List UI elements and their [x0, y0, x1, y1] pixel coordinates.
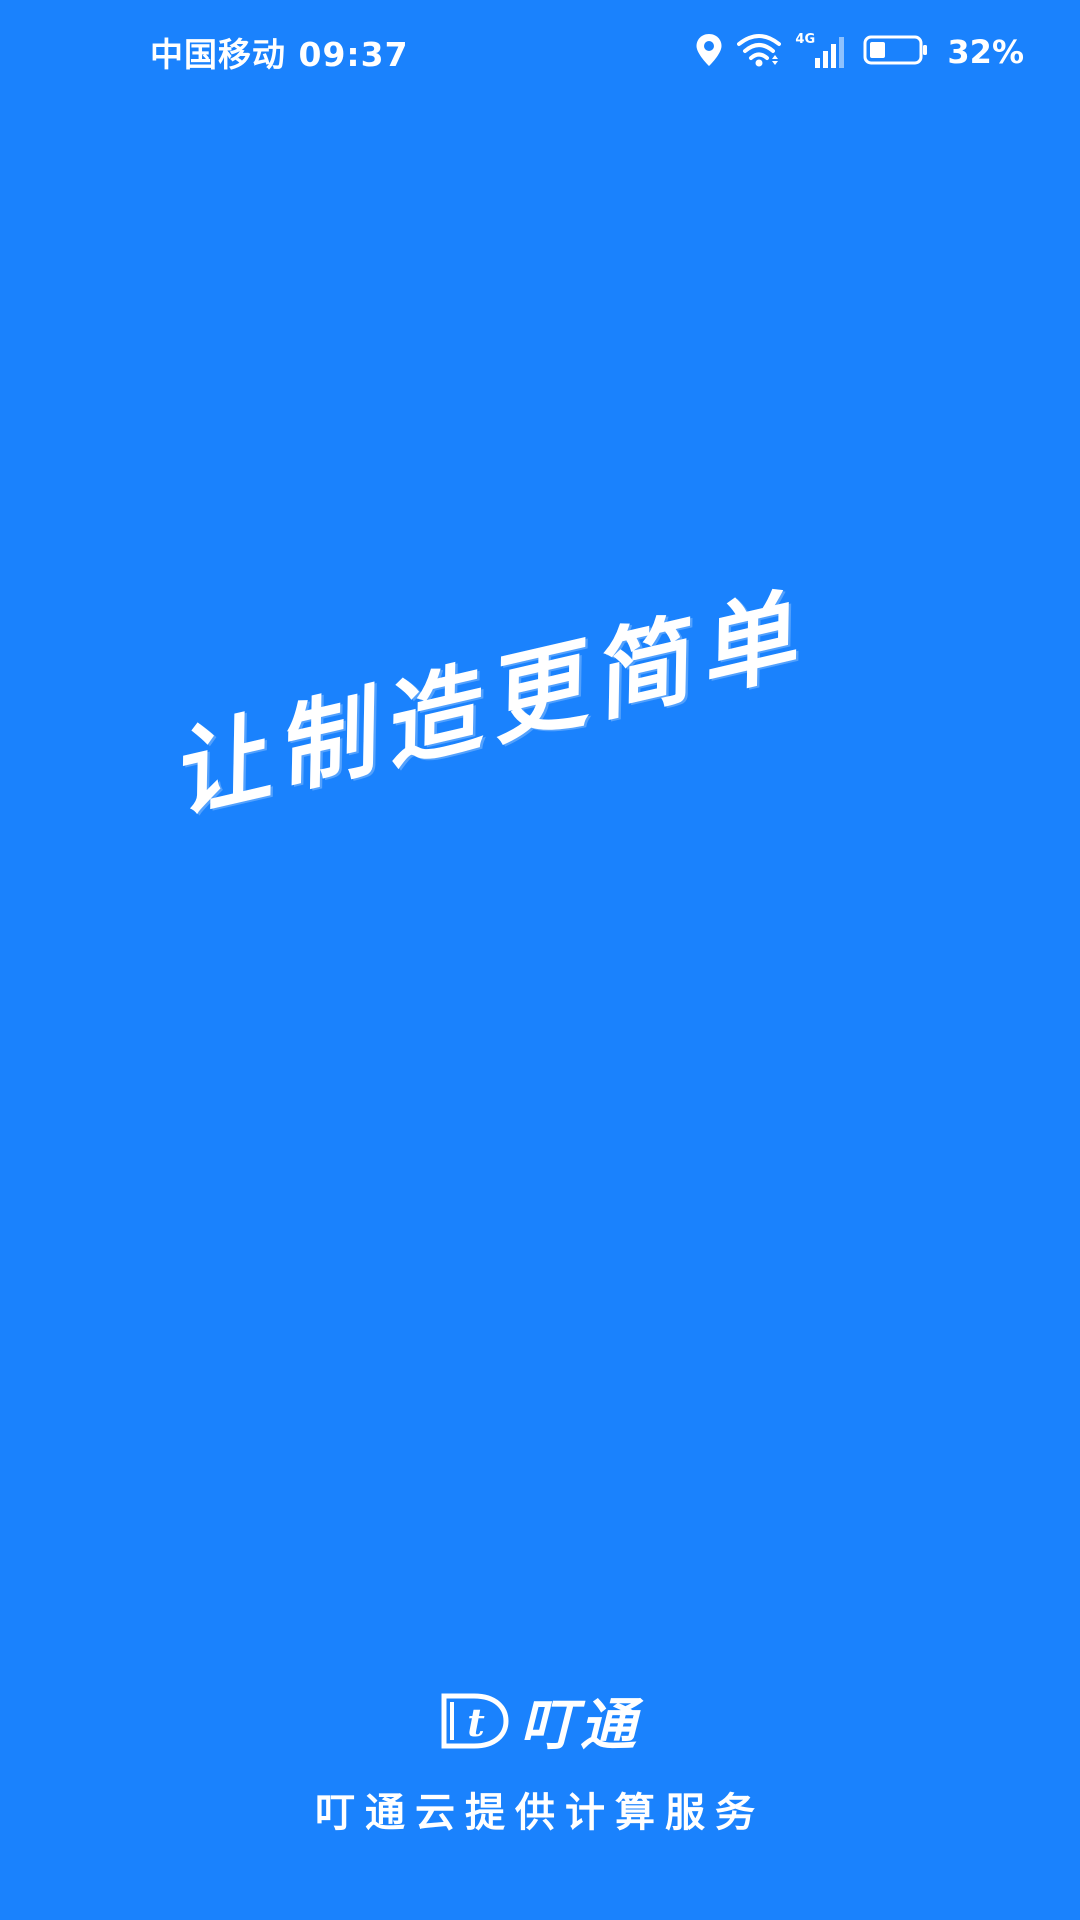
tagline: 叮通云提供计算服务: [315, 1789, 765, 1836]
status-bar: 中国移动 09:37 4G 32%: [0, 0, 1080, 104]
splash-screen: 中国移动 09:37 4G 32% 让制造更简单 t 叮通 叮通云提供计算服务: [0, 0, 1080, 1920]
brand: t 叮通: [0, 1680, 1080, 1761]
cellular-signal-icon: 4G: [795, 32, 849, 70]
battery-percentage: 32%: [947, 33, 1024, 71]
wifi-icon: [737, 33, 782, 71]
svg-text:t: t: [467, 1700, 485, 1745]
status-time: 09:37: [298, 35, 409, 74]
brand-logo-icon: t: [440, 1692, 510, 1750]
carrier-name: 中国移动: [150, 35, 286, 74]
slogan-text: 让制造更简单: [159, 576, 816, 833]
status-right: 4G 32%: [695, 30, 1024, 74]
battery-icon: [863, 34, 929, 70]
location-icon: [695, 33, 723, 71]
brand-name: 叮通: [520, 1692, 640, 1758]
status-left: 中国移动 09:37: [150, 28, 409, 76]
